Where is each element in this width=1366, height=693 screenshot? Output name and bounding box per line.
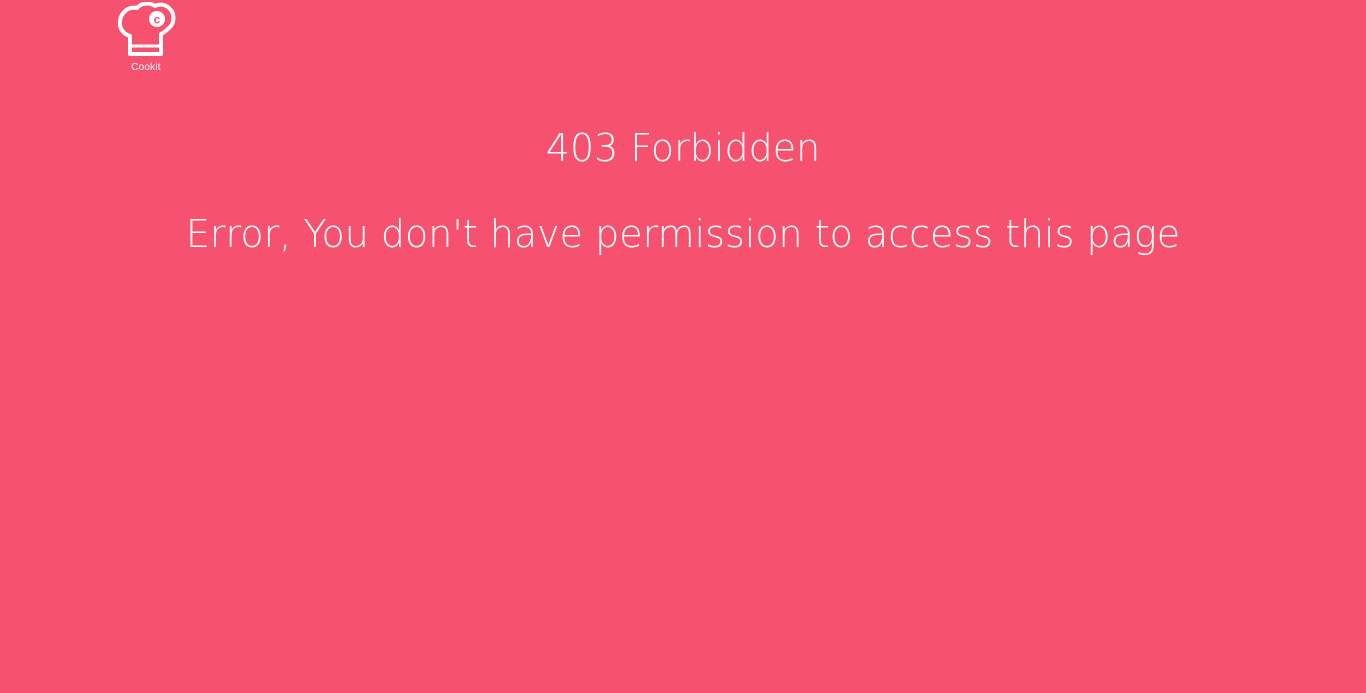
error-page: c Cookit 403 Forbidden Error, You don't …: [0, 0, 1366, 693]
error-message: Error, You don't have permission to acce…: [185, 212, 1181, 256]
svg-text:c: c: [154, 13, 161, 27]
home-logo-link[interactable]: c Cookit: [113, 2, 179, 74]
logo-text: Cookit: [131, 62, 161, 73]
chef-hat-icon: c: [115, 2, 177, 60]
error-title: 403 Forbidden: [545, 126, 821, 170]
